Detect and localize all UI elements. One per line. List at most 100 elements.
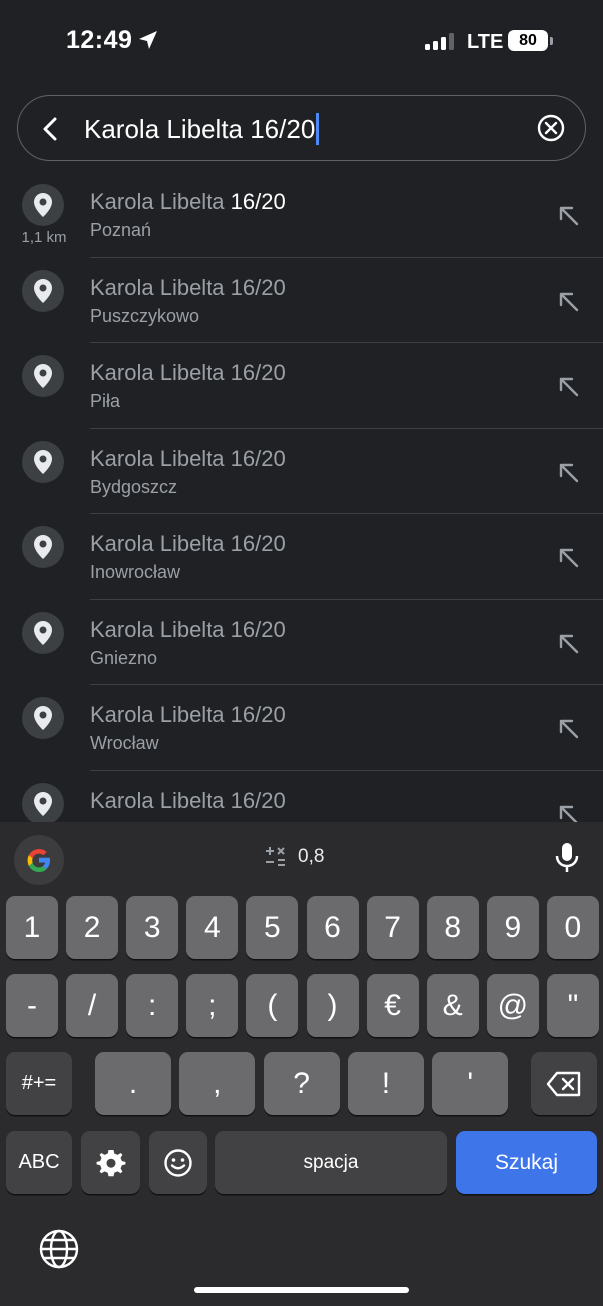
back-arrow-icon[interactable] [36,114,66,144]
key-symbol[interactable]: ; [186,974,239,1037]
result-row[interactable]: Karola Libelta 16/20 Puszczykowo [0,258,603,343]
key-symbol[interactable]: - [6,974,58,1037]
abc-mode-key[interactable]: ABC [6,1131,72,1194]
location-pin-icon [22,184,64,226]
settings-key[interactable] [81,1131,140,1194]
search-input[interactable]: Karola Libelta 16/20 [84,113,320,145]
result-title-prefix: Karola Libelta 16/20 [90,274,286,300]
globe-icon[interactable] [38,1228,80,1270]
emoji-key[interactable] [149,1131,207,1194]
google-logo-icon[interactable] [14,835,64,885]
clear-icon[interactable] [536,113,566,143]
key-8[interactable]: 9 [486,896,539,959]
result-title: Karola Libelta 16/20 [90,189,286,215]
result-title: Karola Libelta 16/20 [90,702,286,728]
fill-query-arrow-icon[interactable] [557,290,581,314]
key-4[interactable]: 5 [246,896,299,959]
location-pin-icon [22,782,64,822]
location-arrow-icon [139,31,157,49]
result-distance: 1,1 km [21,229,67,246]
result-title: Karola Libelta 16/20 [90,446,286,472]
location-pin-icon [22,355,64,397]
fill-query-arrow-icon[interactable] [557,375,581,399]
keyboard-toolbar: 0,8 [0,822,603,892]
result-row[interactable]: Karola Libelta 16/20 Bydgoszcz [0,429,603,514]
fill-query-arrow-icon[interactable] [557,803,581,823]
network-type: LTE [467,31,504,53]
microphone-icon[interactable] [554,842,580,874]
cellular-signal-icon [425,33,454,50]
key-5[interactable]: 6 [306,896,359,959]
key-3[interactable]: 4 [186,896,239,959]
result-subtitle: Piła [90,391,121,411]
calculator-icon [266,847,285,866]
search-bar[interactable]: Karola Libelta 16/20 [17,95,586,161]
result-row[interactable]: Karola Libelta 16/20 Gniezno [0,600,603,685]
location-pin-icon [22,697,64,739]
space-key[interactable]: spacja [215,1131,447,1194]
symbols-mode-key[interactable]: #+= [6,1052,72,1115]
result-title-prefix: Karola Libelta 16/20 [90,531,286,556]
result-row[interactable]: Karola Libelta 16/20 [0,771,603,823]
result-title: Karola Libelta 16/20 [90,360,286,386]
key-symbol[interactable]: / [66,974,119,1037]
text-caret [316,113,320,145]
key-2[interactable]: 3 [126,896,179,959]
backspace-icon [546,1071,581,1096]
location-pin-icon [22,611,64,654]
key-symbol[interactable]: " [546,974,599,1037]
backspace-key[interactable] [531,1052,597,1115]
result-title-prefix: Karola Libelta 16/20 [90,702,286,727]
status-time: 12:49 [66,26,133,54]
result-title-prefix: Karola Libelta 16/20 [90,360,286,385]
key-punctuation[interactable]: ? [263,1052,340,1115]
key-punctuation[interactable]: , [179,1052,256,1115]
result-row[interactable]: Karola Libelta 16/20 Wrocław [0,685,603,771]
key-symbol[interactable]: @ [486,974,539,1037]
fill-query-arrow-icon[interactable] [557,461,581,485]
home-indicator[interactable] [194,1287,409,1293]
result-subtitle: Gniezno [90,647,158,668]
search-submit-key[interactable]: Szukaj [456,1131,597,1194]
result-title-prefix: Karola Libelta 16/20 [90,445,286,471]
emoji-icon [164,1148,192,1177]
result-title: Karola Libelta 16/20 [90,788,286,814]
result-row[interactable]: 1,1 km Karola Libelta 16/20 Poznań [0,172,603,258]
key-symbol[interactable]: & [426,974,479,1037]
result-title: Karola Libelta 16/20 [90,275,286,301]
key-9[interactable]: 0 [546,896,599,959]
key-punctuation[interactable]: . [95,1052,171,1115]
fill-query-arrow-icon[interactable] [557,204,581,228]
location-pin-icon [22,440,64,483]
calculator-result: 0,8 [298,846,325,867]
fill-query-arrow-icon[interactable] [557,546,581,570]
keyboard: 0,8 1 2 3 4 5 6 7 8 9 0 - /:;() € & @ " #+=.,?! ' ABC spacj… [0,822,603,1306]
key-symbol[interactable]: ) [306,974,359,1037]
key-0[interactable]: 1 [6,896,58,959]
result-title-prefix: Karola Libelta [90,189,231,214]
result-title: Karola Libelta 16/20 [90,531,286,557]
location-pin-icon [22,526,64,568]
fill-query-arrow-icon[interactable] [557,717,581,741]
key-7[interactable]: 8 [426,896,479,959]
result-title: Karola Libelta 16/20 [90,617,286,643]
result-title-match: 16/20 [230,189,286,214]
battery-nub [550,37,553,45]
key-6[interactable]: 7 [366,896,419,959]
key-1[interactable]: 2 [66,896,119,959]
key-symbol[interactable]: : [126,974,179,1037]
fill-query-arrow-icon[interactable] [557,632,581,656]
key-punctuation[interactable]: ' [432,1052,509,1115]
key-symbol[interactable]: € [366,974,419,1037]
result-subtitle: Puszczykowo [90,305,200,326]
key-symbol[interactable]: ( [246,974,299,1037]
result-row[interactable]: Karola Libelta 16/20 Piła [0,343,603,429]
result-subtitle: Wrocław [90,733,159,753]
calculator-suggestion[interactable]: 0,8 [264,846,324,868]
location-pin-icon [22,269,64,312]
result-row[interactable]: Karola Libelta 16/20 Inowrocław [0,514,603,600]
result-title-prefix: Karola Libelta 16/20 [90,787,286,813]
key-punctuation[interactable]: ! [347,1052,424,1115]
result-subtitle: Inowrocław [90,562,181,582]
result-subtitle: Bydgoszcz [90,476,178,497]
